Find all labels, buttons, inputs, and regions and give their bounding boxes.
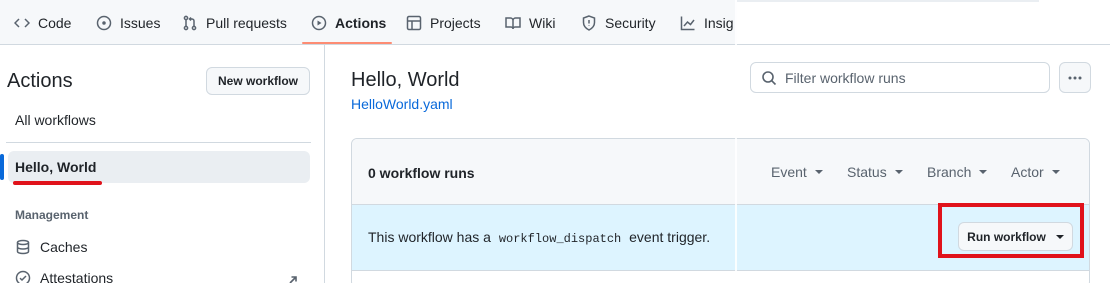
sidebar-item-hello-world-label: Hello, World: [15, 159, 97, 175]
sidebar-title: Actions: [7, 70, 73, 92]
tab-wiki-label: Wiki: [529, 14, 556, 31]
chevron-down-icon: [1051, 170, 1060, 174]
filter-status-label: Status: [847, 164, 887, 180]
tab-code[interactable]: Code: [14, 0, 71, 45]
repo-nav: Code Issues Pull requests Actions Projec…: [0, 0, 1110, 45]
tab-issues-label: Issues: [120, 14, 161, 31]
dispatch-message: This workflow has a workflow_dispatch ev…: [368, 229, 710, 246]
tab-security-label: Security: [605, 14, 656, 31]
management-heading: Management: [15, 208, 89, 222]
tab-security[interactable]: Security: [581, 0, 656, 45]
filter-event-label: Event: [771, 164, 807, 180]
filter-runs-search[interactable]: [750, 62, 1050, 93]
tab-actions[interactable]: Actions: [311, 0, 386, 45]
sidebar-item-caches-label: Caches: [40, 239, 88, 255]
tab-projects[interactable]: Projects: [406, 0, 481, 45]
sidebar-item-caches[interactable]: Caches: [15, 239, 87, 255]
tab-wiki[interactable]: Wiki: [505, 0, 555, 45]
sidebar-divider: [6, 142, 311, 143]
new-workflow-button[interactable]: New workflow: [206, 67, 310, 95]
play-icon: [311, 15, 327, 30]
chevron-down-icon: [979, 170, 988, 174]
tab-projects-label: Projects: [430, 14, 481, 31]
tab-code-label: Code: [38, 14, 72, 31]
kebab-horizontal-icon: [1068, 76, 1082, 79]
issue-icon: [96, 15, 112, 30]
external-link-icon: [287, 273, 299, 283]
search-input[interactable]: [785, 69, 1025, 86]
filter-branch[interactable]: Branch: [927, 164, 988, 180]
tab-pull-requests-label: Pull requests: [206, 14, 287, 31]
dispatch-prefix: This workflow has a: [368, 229, 491, 245]
overlay-seam: [735, 0, 737, 283]
tab-actions-label: Actions: [335, 14, 387, 31]
runs-header: 0 workflow runs Event Status Branch Acto…: [352, 139, 1089, 205]
filter-event[interactable]: Event: [771, 164, 823, 180]
tab-insights-label: Insig: [704, 14, 734, 31]
table-icon: [406, 15, 422, 30]
filter-actor[interactable]: Actor: [1011, 164, 1060, 180]
tab-insights[interactable]: Insig: [680, 0, 734, 45]
selected-indicator: [0, 154, 4, 180]
chevron-down-icon: [814, 170, 823, 174]
chevron-down-icon: [894, 170, 903, 174]
book-icon: [505, 16, 521, 29]
runs-count: 0 workflow runs: [368, 165, 475, 181]
tab-issues[interactable]: Issues: [96, 0, 160, 45]
code-icon: [14, 17, 30, 28]
annotation-underline: [13, 181, 102, 185]
graph-icon: [680, 16, 695, 30]
search-icon: [762, 70, 777, 85]
filter-branch-label: Branch: [927, 164, 972, 180]
workflow-file-link[interactable]: HelloWorld.yaml: [351, 96, 453, 112]
dispatch-code: workflow_dispatch: [498, 232, 622, 246]
sidebar-item-attestations-label: Attestations: [40, 270, 114, 283]
verified-icon: [15, 270, 31, 283]
all-workflows-link[interactable]: All workflows: [15, 112, 96, 128]
database-icon: [16, 239, 30, 255]
sidebar-item-attestations[interactable]: Attestations: [15, 270, 113, 283]
dispatch-suffix: event trigger.: [629, 229, 711, 245]
filter-actor-label: Actor: [1011, 164, 1044, 180]
workflow-title: Hello, World: [351, 69, 460, 91]
more-options-button[interactable]: [1059, 62, 1091, 93]
shield-icon: [582, 14, 596, 31]
nav-overlay: [737, 0, 1110, 44]
filter-status[interactable]: Status: [847, 164, 903, 180]
pull-request-icon: [183, 15, 197, 30]
active-tab-indicator: [302, 42, 392, 44]
annotation-highlight-box: [938, 203, 1084, 258]
tab-pull-requests[interactable]: Pull requests: [182, 0, 287, 45]
nav-overlay-edge: [737, 0, 1039, 2]
workflows-sidebar: Actions New workflow All workflows Hello…: [0, 45, 325, 283]
